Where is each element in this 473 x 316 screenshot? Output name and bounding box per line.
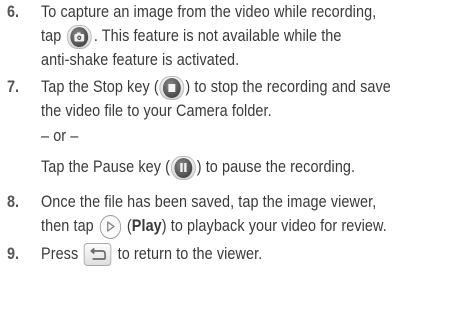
play-label: Play [131,217,162,235]
step-6-line-1: To capture an image from the video while… [41,3,377,21]
step-8-line-2: then tap (Play) to playback your video f… [41,214,387,239]
step-number-8: 8. [7,193,20,211]
step-6-line-2: tap . This feature is not available whil… [41,24,342,49]
play-icon [99,214,122,239]
step-7-line-1: Tap the Stop key ( ) to stop the recordi… [41,75,391,100]
step-8-line-2-after: ) to playback your video for review. [161,217,387,235]
stop-icon [159,75,185,100]
step-8-line-2-paren: ( [122,217,132,235]
step-7-line-2: the video file to your Camera folder. [41,102,272,120]
step-7-line-1-before: Tap the Stop key ( [41,78,159,96]
step-9-before: Press [41,245,83,263]
or-separator: – or – [41,127,79,145]
step-8-line-2-before: then tap [41,217,98,235]
step-6-line-3: anti-shake feature is activated. [41,51,240,69]
step-number-9: 9. [7,245,20,263]
step-7-line-1-after: ) to stop the recording and save [185,78,391,96]
back-icon [84,243,112,267]
pause-line-after: ) to pause the recording. [196,158,356,176]
step-9-after: to return to the viewer. [113,245,263,263]
step-6-line-2-after: . This feature is not available while th… [93,27,342,45]
step-number-6: 6. [7,3,20,21]
pause-line: Tap the Pause key ( ) to pause the recor… [41,155,356,180]
step-8-line-1: Once the file has been saved, tap the im… [41,193,377,211]
step-6-line-2-before: tap [41,27,66,45]
camera-icon [67,24,93,49]
instruction-page: 6. To capture an image from the video wh… [0,0,473,316]
pause-icon [170,155,196,180]
pause-line-before: Tap the Pause key ( [41,158,171,176]
step-number-7: 7. [7,78,20,96]
step-9-line: Press to return to the viewer. [41,242,263,267]
